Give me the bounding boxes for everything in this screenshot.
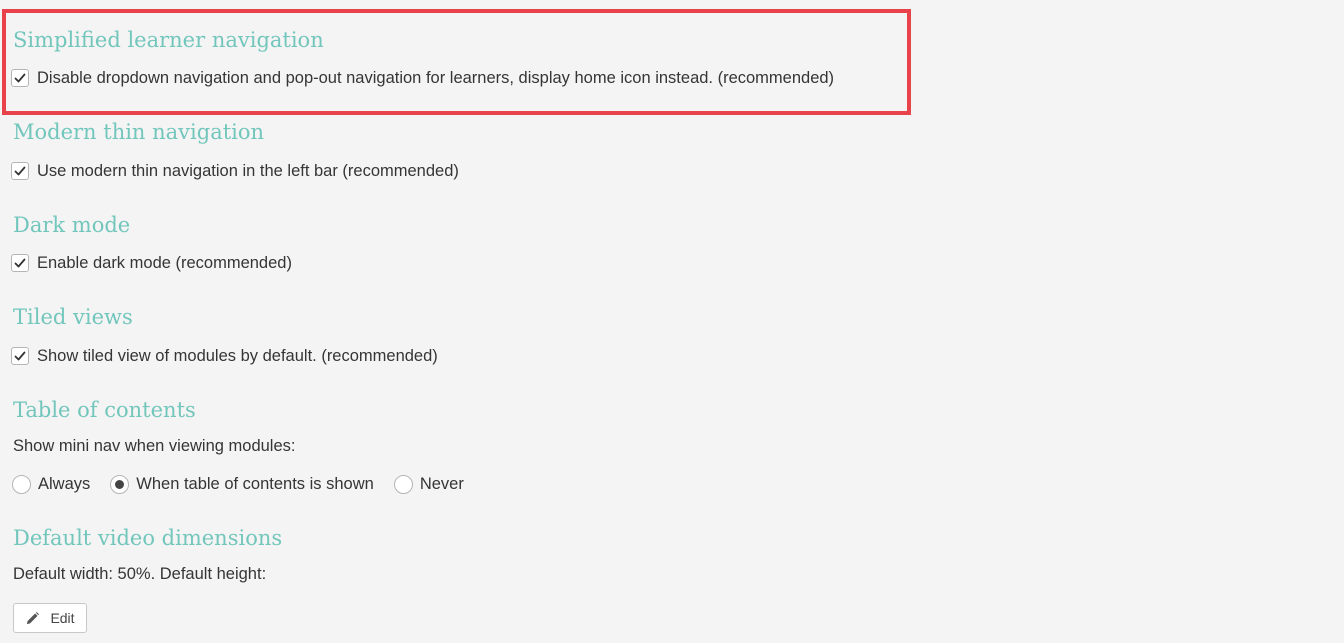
edit-button[interactable]: Edit <box>13 603 87 633</box>
radio-when-toc-shown[interactable] <box>110 474 130 494</box>
radio-always[interactable] <box>12 474 31 494</box>
pencil-icon <box>27 611 40 624</box>
check-icon <box>14 351 26 361</box>
dark-mode-label: Enable dark mode (recommended) <box>37 253 292 272</box>
highlight-box <box>2 9 911 115</box>
section-title-simplified-navigation: Simplified learner navigation <box>13 28 324 52</box>
simplified-navigation-checkbox-row[interactable]: Disable dropdown navigation and pop-out … <box>11 67 834 89</box>
radio-label-never: Never <box>419 474 464 493</box>
simplified-navigation-checkbox[interactable] <box>11 69 29 87</box>
tiled-views-label: Show tiled view of modules by default. (… <box>37 346 438 365</box>
radio-never[interactable] <box>393 474 413 494</box>
radio-option-never[interactable]: Never <box>393 474 464 494</box>
section-title-tiled-views: Tiled views <box>13 305 133 329</box>
section-title-dark-mode: Dark mode <box>13 213 131 237</box>
section-title-modern-thin-navigation: Modern thin navigation <box>13 120 265 144</box>
modern-thin-navigation-checkbox-row[interactable]: Use modern thin navigation in the left b… <box>11 160 459 182</box>
dark-mode-checkbox-row[interactable]: Enable dark mode (recommended) <box>11 252 292 274</box>
check-icon <box>14 166 26 176</box>
settings-page: Simplified learner navigation Disable dr… <box>0 0 1344 643</box>
tiled-views-checkbox[interactable] <box>11 347 29 365</box>
radio-label-when-toc-shown: When table of contents is shown <box>136 474 374 493</box>
radio-option-when-toc-shown[interactable]: When table of contents is shown <box>110 474 374 494</box>
edit-button-label: Edit <box>50 610 75 626</box>
radio-selected-dot <box>115 479 125 489</box>
check-icon <box>14 258 26 268</box>
radio-label-always: Always <box>38 474 91 493</box>
mini-nav-description: Show mini nav when viewing modules: <box>13 437 296 455</box>
video-dimensions-description: Default width: 50%. Default height: <box>13 565 267 583</box>
modern-thin-navigation-checkbox[interactable] <box>11 162 29 180</box>
section-title-default-video-dimensions: Default video dimensions <box>13 526 283 550</box>
dark-mode-checkbox[interactable] <box>11 254 29 272</box>
modern-thin-navigation-label: Use modern thin navigation in the left b… <box>37 161 459 180</box>
mini-nav-radio-group: Always When table of contents is shown N… <box>12 473 484 495</box>
check-icon <box>14 73 26 83</box>
simplified-navigation-label: Disable dropdown navigation and pop-out … <box>37 68 835 87</box>
tiled-views-checkbox-row[interactable]: Show tiled view of modules by default. (… <box>11 345 438 367</box>
radio-option-always[interactable]: Always <box>12 474 91 494</box>
section-title-table-of-contents: Table of contents <box>13 398 196 422</box>
